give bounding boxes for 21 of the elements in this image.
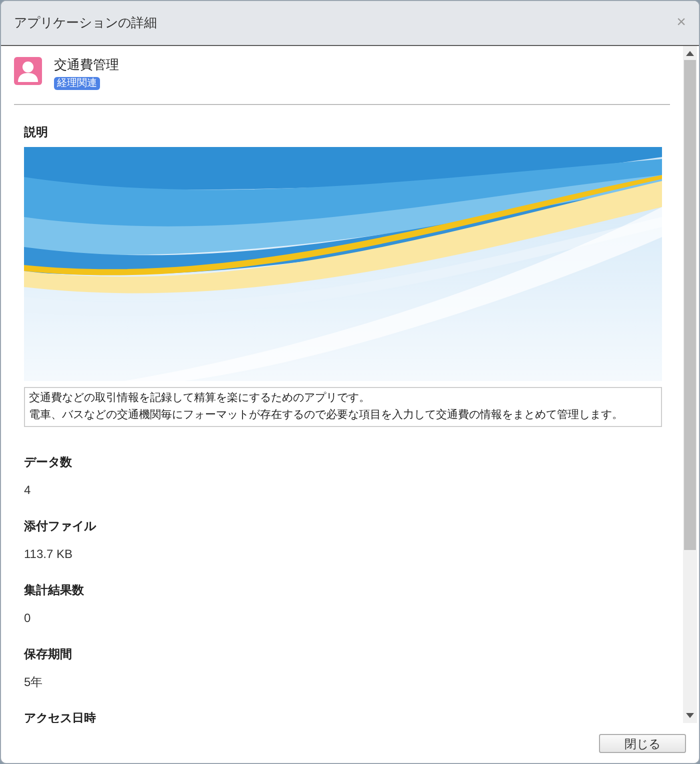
scrollbar[interactable] bbox=[683, 46, 697, 723]
dialog-title: アプリケーションの詳細 bbox=[14, 14, 157, 32]
scrollbar-thumb[interactable] bbox=[684, 60, 696, 550]
user-avatar-icon bbox=[14, 57, 42, 85]
description-text: 電車、バスなどの交通機関毎にフォーマットが存在するので必要な項目を入力して交通費の情報をまとめて管理します。 bbox=[29, 408, 623, 422]
field-label: 添付ファイル bbox=[24, 518, 98, 534]
field-label: データ数 bbox=[24, 454, 73, 470]
scroll-up-icon[interactable] bbox=[686, 50, 694, 56]
field-label: 保存期間 bbox=[24, 646, 73, 662]
field-value: 4 bbox=[24, 482, 32, 498]
field-label: 集計結果数 bbox=[24, 582, 85, 598]
scroll-down-icon[interactable] bbox=[686, 713, 694, 719]
field-value: 5年 bbox=[24, 674, 44, 690]
app-name: 交通費管理 bbox=[54, 56, 119, 74]
description-text: 交通費などの取引情報を記録して精算を楽にするためのアプリです。 bbox=[29, 390, 370, 406]
section-label: 説明 bbox=[24, 124, 49, 140]
field-value: 113.7 KB bbox=[24, 546, 74, 562]
field-value: 0 bbox=[24, 610, 32, 626]
close-dialog-button[interactable]: 閉じる bbox=[599, 734, 686, 752]
category-tag: 経理関連 bbox=[54, 76, 100, 90]
field-label: アクセス日時 bbox=[24, 710, 97, 723]
